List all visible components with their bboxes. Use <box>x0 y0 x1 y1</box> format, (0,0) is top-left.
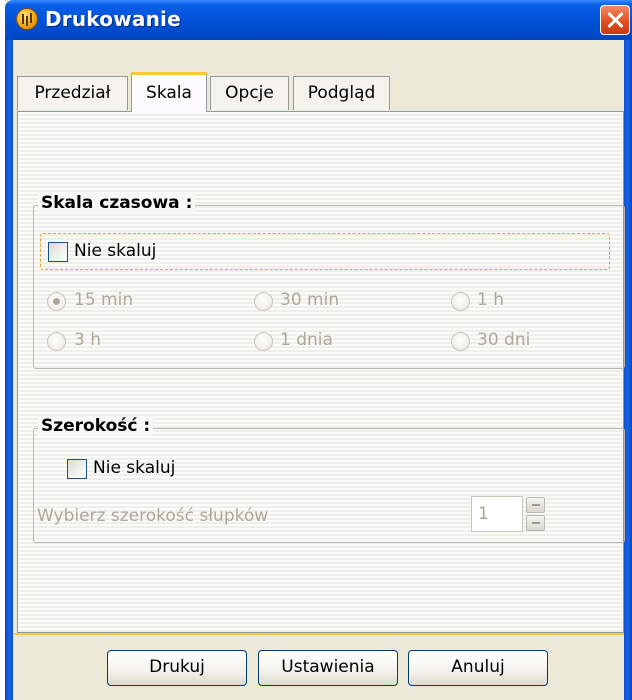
tab-podglad[interactable]: Podgląd <box>293 76 390 110</box>
radio-1dnia-label: 1 dnia <box>280 330 333 350</box>
radio-30dni-label: 30 dni <box>477 330 531 350</box>
radio-1h-label: 1 h <box>477 290 504 310</box>
width-no-scale-label: Nie skaluj <box>93 458 176 478</box>
radio-3h[interactable] <box>47 332 66 351</box>
radio-1dnia[interactable] <box>254 332 273 351</box>
width-no-scale-checkbox[interactable] <box>67 459 87 479</box>
time-scale-group: Skala czasowa : Nie skaluj 15 min 30 min… <box>33 193 625 369</box>
width-title: Szerokość : <box>38 416 154 436</box>
bar-width-input[interactable]: 1 <box>471 496 523 532</box>
bar-width-decrement-button[interactable] <box>526 515 545 531</box>
radio-30min-label: 30 min <box>280 290 340 310</box>
window-frame-right <box>624 40 632 700</box>
tab-skala[interactable]: Skala <box>131 72 207 112</box>
radio-30dni[interactable] <box>451 332 470 351</box>
time-scale-no-scale-checkbox[interactable] <box>48 242 68 262</box>
title-bar[interactable]: Drukowanie <box>5 0 632 40</box>
width-group: Szerokość : Nie skaluj Wybierz szerokość… <box>33 416 625 543</box>
radio-3h-label: 3 h <box>74 330 101 350</box>
time-scale-title: Skala czasowa : <box>38 193 196 213</box>
window-frame-left <box>5 40 13 700</box>
radio-15min-label: 15 min <box>74 290 134 310</box>
close-button[interactable] <box>600 5 630 35</box>
window-title: Drukowanie <box>45 7 181 31</box>
bar-width-increment-button[interactable] <box>526 497 545 513</box>
radio-30min[interactable] <box>254 292 273 311</box>
settings-button[interactable]: Ustawienia <box>258 650 398 686</box>
tab-opcje[interactable]: Opcje <box>210 76 289 110</box>
print-button[interactable]: Drukuj <box>107 650 247 686</box>
time-scale-no-scale-label: Nie skaluj <box>74 241 157 261</box>
tab-przedzial[interactable]: Przedział <box>17 76 128 110</box>
radio-15min[interactable] <box>47 292 66 311</box>
bar-width-label: Wybierz szerokość słupków <box>37 506 269 526</box>
footer-separator <box>13 633 624 635</box>
clock-app-icon <box>16 8 38 30</box>
tab-panel-skala: Skala czasowa : Nie skaluj 15 min 30 min… <box>17 111 625 633</box>
cancel-button[interactable]: Anuluj <box>408 650 548 686</box>
radio-1h[interactable] <box>451 292 470 311</box>
